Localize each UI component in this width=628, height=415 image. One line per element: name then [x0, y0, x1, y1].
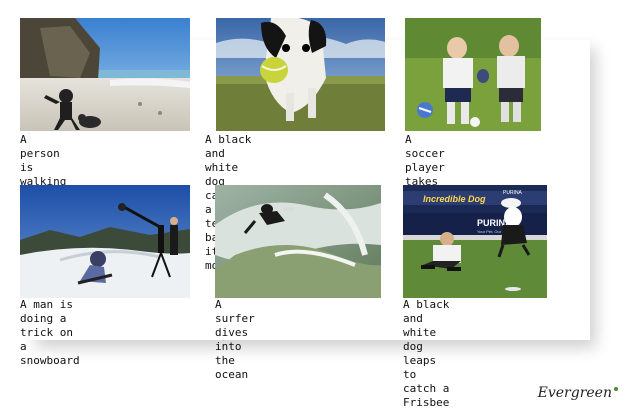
logo-text: Evergreen [537, 385, 612, 401]
image-caption-grid: A person is walking along a beach with a… [0, 0, 628, 415]
caption-surfer: A surfer dives into the ocean [215, 298, 255, 381]
caption-snowboard: A man is doing a trick on a snowboard [20, 298, 80, 367]
dog-ball-scene-icon [216, 18, 385, 131]
logo-dot-icon [614, 387, 618, 391]
evergreen-logo: Evergreen [538, 385, 618, 401]
frisbee-banner-text: Incredible Dog [423, 194, 486, 204]
frisbee-scene-icon: Incredible Dog PURINA PURINA Your Pet, O… [403, 185, 547, 298]
snowboard-scene-icon [20, 185, 190, 298]
beach-scene-icon [20, 18, 190, 131]
frisbee-top-text: PURINA [503, 190, 523, 196]
surfer-scene-icon [215, 185, 381, 298]
caption-frisbee: A black and white dog leaps to catch a F… [403, 298, 450, 409]
beach-image [20, 18, 190, 131]
soccer-scene-icon [405, 18, 541, 131]
snowboard-image [20, 185, 190, 298]
frisbee-image: Incredible Dog PURINA PURINA Your Pet, O… [403, 185, 547, 298]
surfer-image [215, 185, 381, 298]
soccer-image [405, 18, 541, 131]
dog-ball-image [216, 18, 385, 131]
